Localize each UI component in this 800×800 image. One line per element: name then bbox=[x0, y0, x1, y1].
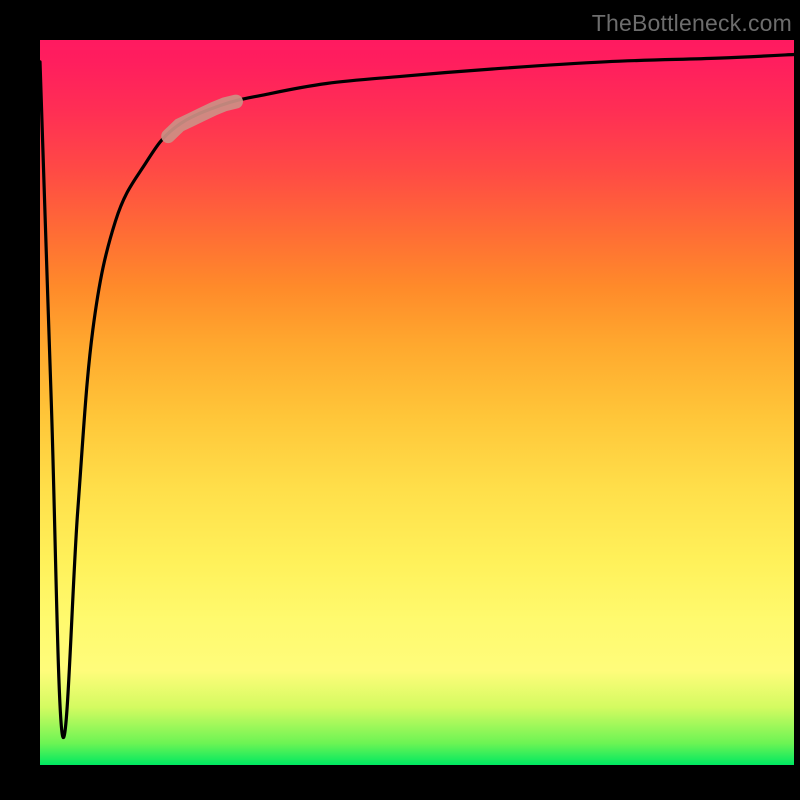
curve-highlight-segment bbox=[168, 102, 236, 137]
watermark-text: TheBottleneck.com bbox=[592, 10, 792, 37]
curve-layer bbox=[40, 40, 794, 765]
chart-frame: TheBottleneck.com bbox=[0, 0, 800, 800]
bottleneck-curve bbox=[40, 55, 794, 738]
